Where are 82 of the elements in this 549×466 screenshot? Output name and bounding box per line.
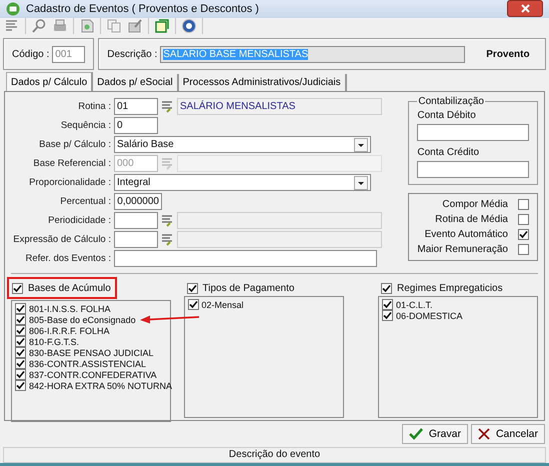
option-label: Compor Média: [442, 199, 508, 210]
field-label: Sequência :: [60, 120, 111, 131]
group-title: Contabilização: [417, 96, 485, 107]
checkbox[interactable]: [12, 282, 23, 294]
field-label: Expressão de Cálculo :: [12, 234, 111, 245]
field-label: Periodicidade :: [47, 215, 111, 226]
selected-text: SALARIO BASE MENSALISTAS: [163, 48, 308, 60]
close-button[interactable]: [507, 0, 543, 18]
checkbox[interactable]: [518, 199, 529, 210]
checkbox[interactable]: [188, 299, 198, 310]
checkbox[interactable]: [15, 325, 26, 336]
option-label: Rotina de Média: [435, 214, 508, 225]
event-type: Provento: [486, 48, 530, 60]
dropdown[interactable]: Integral: [114, 174, 371, 191]
list-item[interactable]: 01-C.L.T.: [396, 300, 433, 310]
checkbox[interactable]: [15, 358, 26, 369]
list-item[interactable]: 836-CONTR.ASSISTENCIAL: [29, 358, 146, 368]
checkbox[interactable]: [15, 369, 26, 380]
text-field[interactable]: [114, 250, 377, 267]
code-field[interactable]: 001: [52, 46, 86, 62]
checkbox[interactable]: [186, 282, 198, 294]
edit-icon[interactable]: [127, 18, 143, 34]
field-label: Refer. dos Eventos :: [24, 253, 111, 264]
list-item[interactable]: 801-I.N.S.S. FOLHA: [29, 304, 111, 314]
list-item[interactable]: 806-I.R.R.F. FOLHA: [29, 326, 110, 336]
checkbox[interactable]: [15, 380, 26, 391]
list-title: Regimes Empregaticios: [397, 282, 503, 294]
list-item[interactable]: 842-HORA EXTRA 50% NOTURNA: [29, 380, 172, 390]
checkbox[interactable]: [518, 214, 529, 225]
checkbox[interactable]: [15, 314, 26, 325]
lookup-icon[interactable]: [161, 100, 174, 113]
list-title: Tipos de Pagamento: [202, 282, 294, 294]
lookup-icon[interactable]: [161, 214, 174, 227]
list-item[interactable]: 810-F.G.T.S.: [29, 336, 80, 346]
field-label: Base Referencial :: [32, 158, 111, 169]
field-label: Conta Débito: [417, 110, 477, 121]
description-label: Descrição :: [107, 48, 158, 60]
checkbox[interactable]: [518, 244, 529, 255]
checkbox[interactable]: [382, 310, 393, 321]
account-field[interactable]: [417, 161, 529, 178]
search-icon[interactable]: [31, 18, 47, 34]
checkbox[interactable]: [15, 347, 26, 358]
code-field[interactable]: [114, 212, 158, 229]
close-icon: [520, 4, 530, 14]
checkbox[interactable]: [518, 229, 529, 240]
text-field[interactable]: 0: [114, 117, 158, 134]
dropdown[interactable]: Salário Base: [114, 136, 371, 153]
checkbox[interactable]: [381, 282, 392, 294]
field-label: Base p/ Cálculo :: [38, 139, 111, 150]
cancel-button[interactable]: Cancelar: [470, 424, 545, 444]
status-text: Descrição do evento: [228, 449, 320, 460]
code-label: Código :: [12, 48, 50, 60]
list-title: Bases de Acúmulo: [28, 282, 111, 294]
checkbox[interactable]: [15, 336, 26, 347]
option-label: Maior Remuneração: [417, 244, 508, 255]
document-icon[interactable]: [79, 18, 95, 34]
list-item[interactable]: 02-Mensal: [202, 300, 244, 310]
list-item[interactable]: 805-Base do eConsignado: [29, 314, 136, 324]
lookup-icon[interactable]: [161, 233, 174, 246]
window-title: Cadastro de Eventos ( Proventos e Descontos ): [26, 2, 260, 15]
field-label: Percentual :: [59, 196, 111, 207]
number-field[interactable]: 0,000000: [114, 193, 162, 210]
check-icon: [408, 428, 423, 440]
code-field[interactable]: [114, 231, 158, 248]
help-icon[interactable]: [181, 18, 197, 34]
cross-icon: [478, 428, 490, 440]
description-field: SALÁRIO MENSALISTAS: [177, 98, 382, 115]
account-field[interactable]: [417, 124, 529, 141]
list-item[interactable]: 830-BASE PENSAO JUDICIAL: [29, 348, 154, 358]
list-item[interactable]: 06-DOMESTICA: [396, 310, 463, 320]
tab[interactable]: Dados p/ Cálculo: [6, 72, 94, 91]
field-label: Proporcionalidade :: [28, 177, 111, 188]
new-document-icon[interactable]: [154, 18, 170, 34]
option-label: Evento Automático: [424, 229, 508, 240]
field-label: Rotina :: [77, 101, 111, 112]
save-button[interactable]: Gravar: [402, 424, 468, 444]
code-field[interactable]: 01: [114, 98, 158, 115]
app-icon: [6, 2, 20, 16]
field-label: Conta Crédito: [417, 147, 480, 158]
checkbox[interactable]: [382, 299, 393, 310]
list-item[interactable]: 837-CONTR.CONFEDERATIVA: [29, 370, 157, 380]
checkbox[interactable]: [15, 303, 26, 314]
